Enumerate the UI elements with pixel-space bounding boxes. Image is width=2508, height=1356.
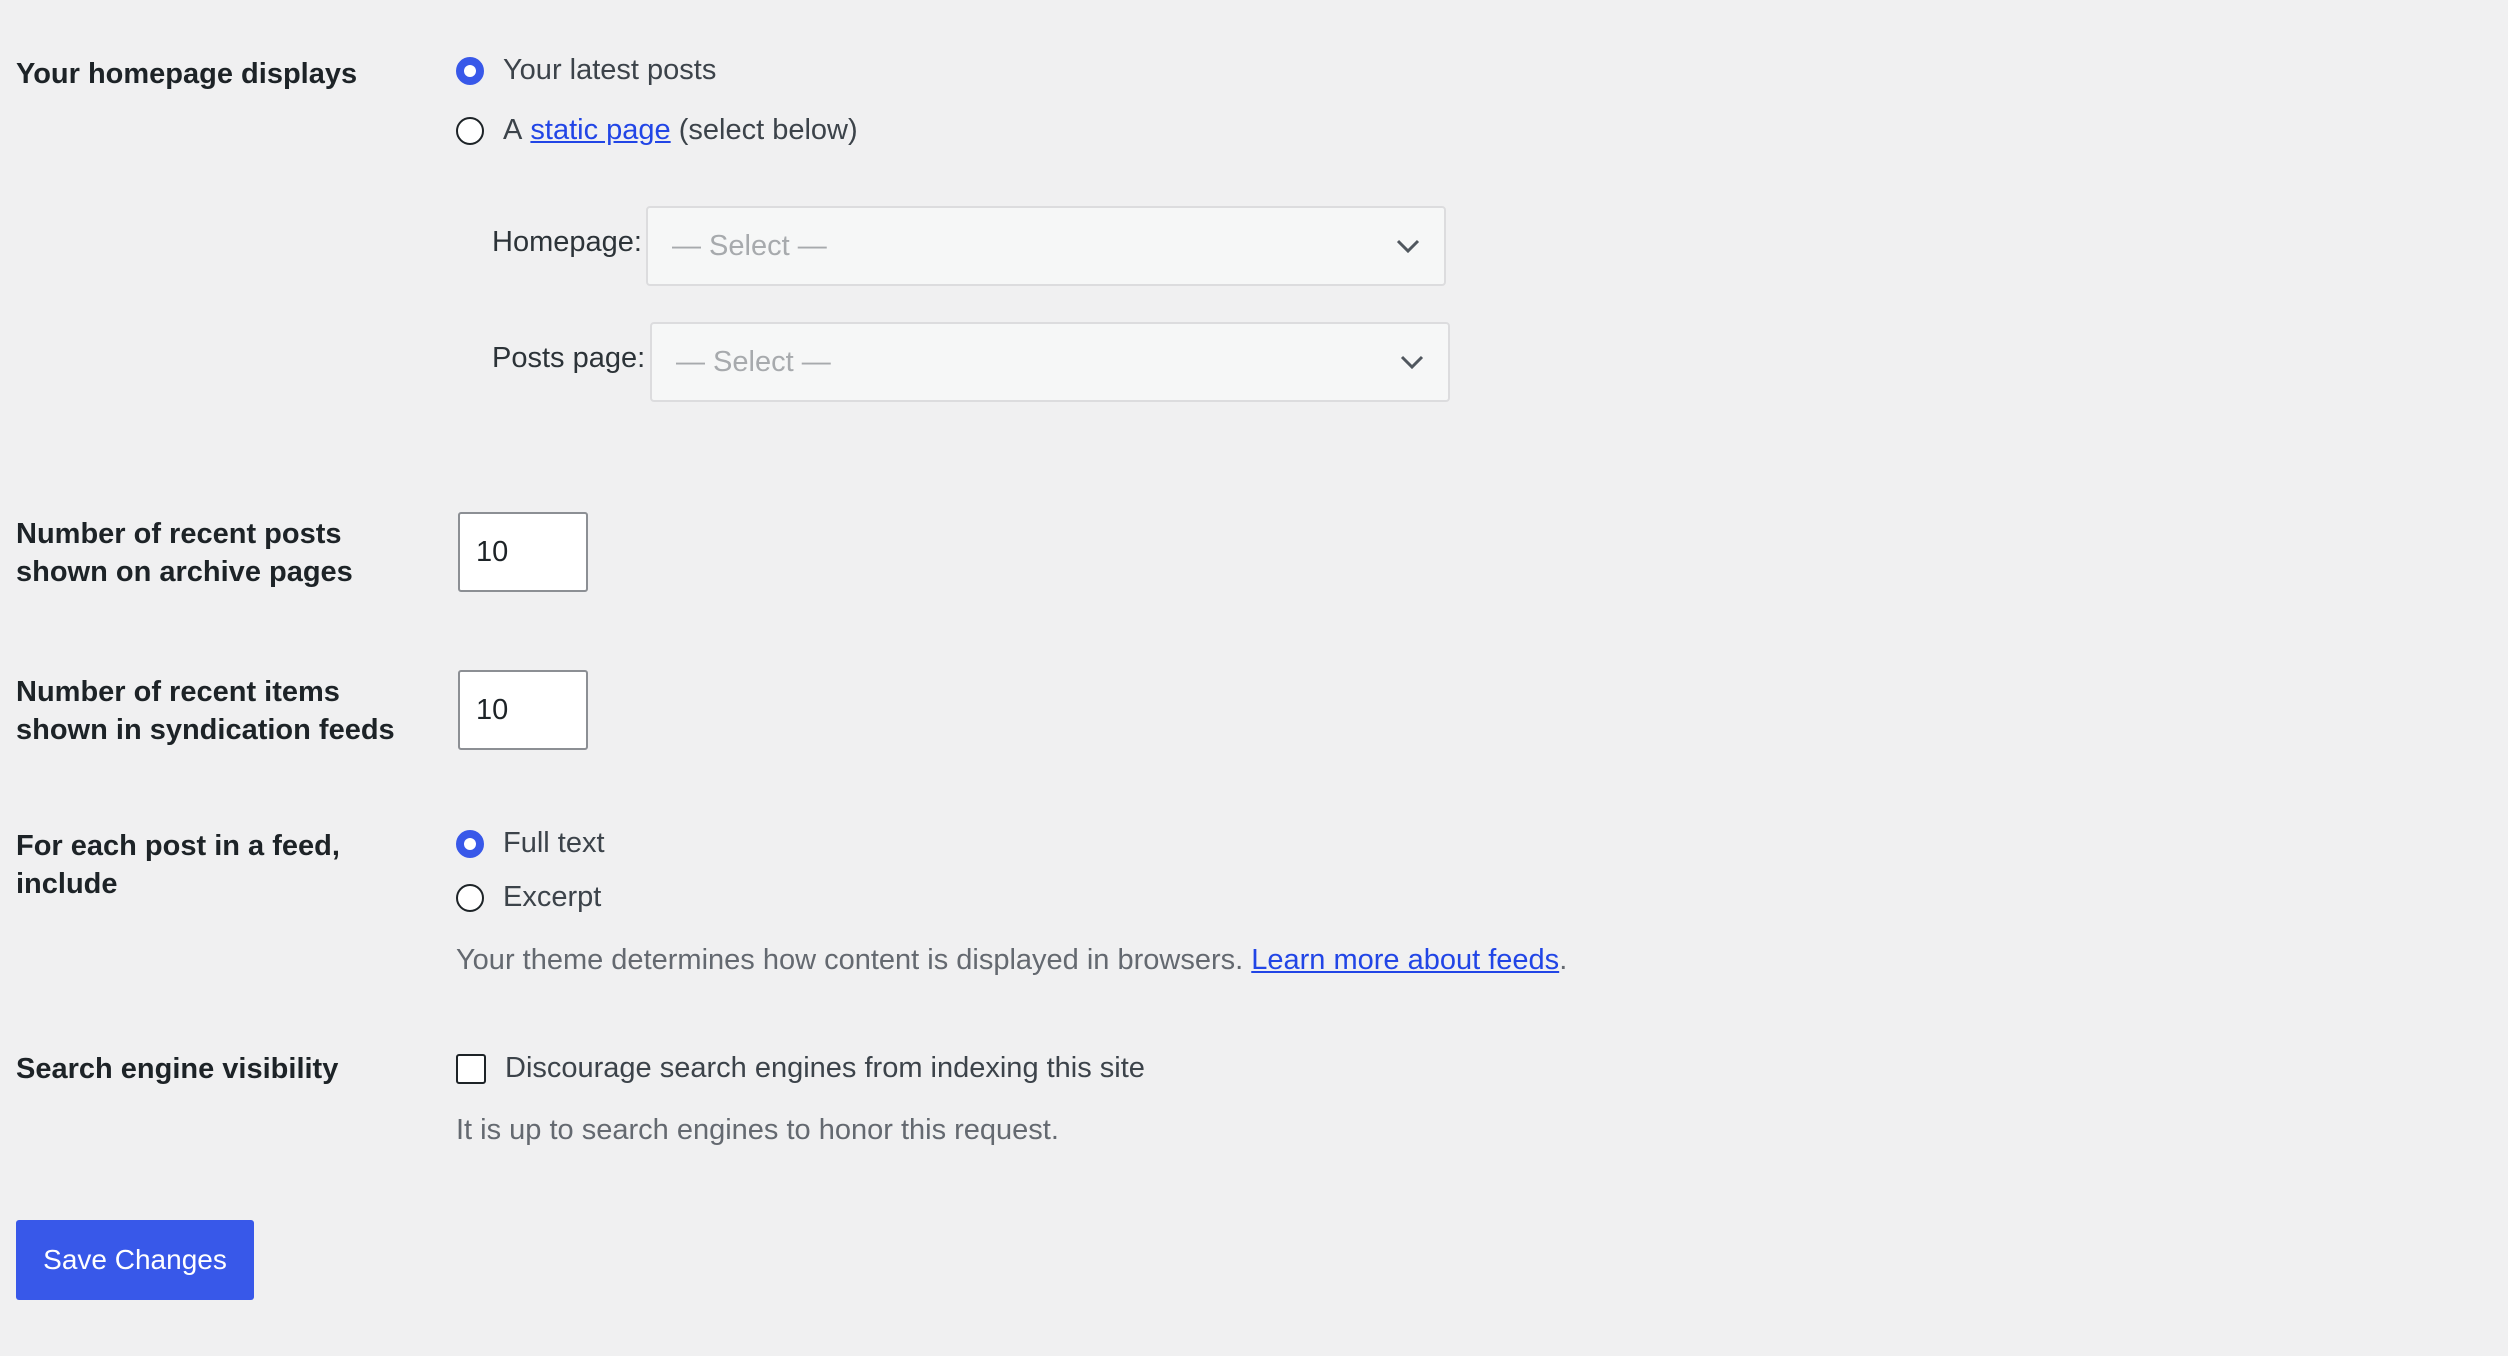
- feed-items-label: Number of recent items shown in syndicat…: [16, 676, 395, 746]
- homepage-select-label: Homepage:: [492, 226, 642, 258]
- search-visibility-label: Search engine visibility: [16, 1053, 339, 1085]
- latest-posts-label: Your latest posts: [503, 54, 717, 86]
- static-page-link[interactable]: static page: [530, 114, 670, 147]
- feed-description-text: Your theme determines how content is dis…: [456, 944, 1244, 976]
- archive-posts-input[interactable]: [458, 512, 588, 592]
- static-page-option[interactable]: A static page (select below): [456, 114, 858, 147]
- save-changes-button[interactable]: Save Changes: [16, 1220, 254, 1300]
- posts-page-select-label: Posts page:: [492, 342, 646, 374]
- discourage-search-checkbox[interactable]: [456, 1053, 486, 1084]
- static-page-suffix: (select below): [678, 114, 858, 146]
- posts-page-select-value: — Select —: [676, 345, 831, 378]
- feed-items-input[interactable]: [458, 670, 588, 750]
- excerpt-option[interactable]: Excerpt: [456, 881, 601, 914]
- latest-posts-option[interactable]: Your latest posts: [456, 54, 716, 87]
- homepage-select-value: — Select —: [672, 229, 827, 262]
- full-text-radio[interactable]: [456, 829, 484, 858]
- discourage-search-option[interactable]: Discourage search engines from indexing …: [456, 1052, 1145, 1085]
- search-visibility-description: It is up to search engines to honor this…: [456, 1114, 1059, 1146]
- excerpt-radio[interactable]: [456, 883, 484, 912]
- feed-content-label: For each post in a feed, include: [16, 830, 340, 900]
- archive-posts-label: Number of recent posts shown on archive …: [16, 518, 353, 588]
- discourage-search-label: Discourage search engines from indexing …: [505, 1052, 1145, 1084]
- static-page-radio[interactable]: [456, 116, 484, 145]
- static-page-prefix: A: [503, 114, 523, 146]
- latest-posts-radio[interactable]: [456, 56, 484, 85]
- chevron-down-icon: [1396, 239, 1420, 253]
- homepage-displays-label: Your homepage displays: [16, 58, 358, 90]
- chevron-down-icon: [1400, 355, 1424, 369]
- feed-link-suffix: .: [1559, 944, 1568, 976]
- posts-page-select[interactable]: — Select —: [650, 322, 1450, 402]
- feed-description: Your theme determines how content is dis…: [456, 944, 1567, 977]
- homepage-select[interactable]: — Select —: [646, 206, 1446, 286]
- excerpt-label: Excerpt: [503, 881, 602, 913]
- full-text-label: Full text: [503, 827, 605, 859]
- full-text-option[interactable]: Full text: [456, 827, 605, 860]
- learn-more-feeds-link[interactable]: Learn more about feeds: [1251, 944, 1559, 976]
